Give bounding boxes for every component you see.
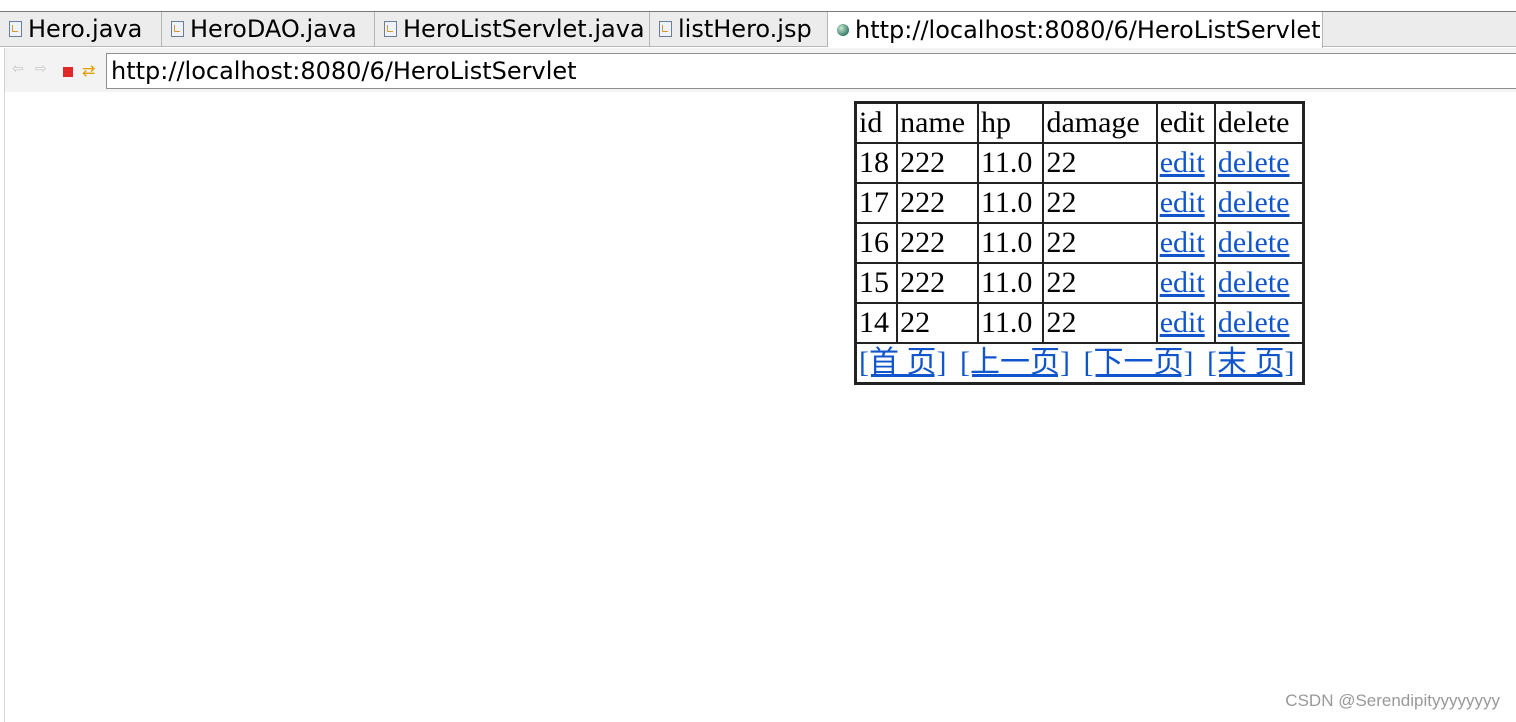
cell-name: 222 bbox=[897, 143, 978, 183]
cell-edit: edit bbox=[1156, 263, 1215, 303]
cell-delete: delete bbox=[1214, 143, 1304, 183]
url-input[interactable]: http://localhost:8080/6/HeroListServlet bbox=[106, 53, 1516, 89]
cell-name: 222 bbox=[897, 263, 978, 303]
header-damage: damage bbox=[1043, 103, 1157, 143]
first-page-link[interactable]: [首 页] bbox=[859, 346, 946, 379]
tab-hero-java[interactable]: Hero.java bbox=[0, 12, 162, 46]
watermark: CSDN @Serendipityyyyyyyy bbox=[1285, 691, 1500, 710]
go-icon[interactable]: ⇄ bbox=[82, 61, 95, 80]
edit-link[interactable]: edit bbox=[1160, 146, 1205, 179]
tab-listhero-jsp[interactable]: listHero.jsp bbox=[650, 12, 828, 46]
delete-link[interactable]: delete bbox=[1218, 266, 1290, 299]
edit-link[interactable]: edit bbox=[1160, 306, 1205, 339]
pager-row: [首 页] [上一页] [下一页] [末 页] bbox=[856, 343, 1304, 383]
browser-toolbar: ⇦ ⇨ ⇄ http://localhost:8080/6/HeroListSe… bbox=[4, 48, 1516, 92]
cell-damage: 22 bbox=[1043, 183, 1157, 223]
prev-page-link[interactable]: [上一页] bbox=[960, 346, 1070, 379]
cell-hp: 11.0 bbox=[978, 223, 1044, 263]
java-file-icon bbox=[384, 21, 397, 37]
cell-id: 18 bbox=[856, 143, 898, 183]
back-arrow-icon[interactable]: ⇦ bbox=[12, 62, 24, 76]
header-edit: edit bbox=[1156, 103, 1215, 143]
cell-damage: 22 bbox=[1043, 143, 1157, 183]
cell-name: 222 bbox=[897, 223, 978, 263]
jsp-file-icon bbox=[659, 21, 672, 37]
cell-damage: 22 bbox=[1043, 303, 1157, 343]
table-row: 18 222 11.0 22 edit delete bbox=[856, 143, 1304, 183]
cell-edit: edit bbox=[1156, 143, 1215, 183]
header-hp: hp bbox=[978, 103, 1044, 143]
tab-label: http://localhost:8080/6/HeroListServlet bbox=[855, 16, 1321, 44]
cell-delete: delete bbox=[1214, 263, 1304, 303]
table-row: 16 222 11.0 22 edit delete bbox=[856, 223, 1304, 263]
cell-id: 14 bbox=[856, 303, 898, 343]
cell-edit: edit bbox=[1156, 303, 1215, 343]
header-id: id bbox=[856, 103, 898, 143]
forward-arrow-icon[interactable]: ⇨ bbox=[35, 62, 47, 76]
table-row: 17 222 11.0 22 edit delete bbox=[856, 183, 1304, 223]
table-row: 14 22 11.0 22 edit delete bbox=[856, 303, 1304, 343]
cell-name: 222 bbox=[897, 183, 978, 223]
cell-id: 17 bbox=[856, 183, 898, 223]
delete-link[interactable]: delete bbox=[1218, 186, 1290, 219]
java-file-icon bbox=[9, 21, 22, 37]
header-name: name bbox=[897, 103, 978, 143]
cell-id: 16 bbox=[856, 223, 898, 263]
cell-edit: edit bbox=[1156, 223, 1215, 263]
editor-tab-bar: Hero.java HeroDAO.java HeroListServlet.j… bbox=[0, 11, 1516, 48]
header-delete: delete bbox=[1214, 103, 1304, 143]
cell-hp: 11.0 bbox=[978, 143, 1044, 183]
delete-link[interactable]: delete bbox=[1218, 306, 1290, 339]
tab-label: listHero.jsp bbox=[678, 15, 812, 43]
cell-damage: 22 bbox=[1043, 263, 1157, 303]
java-file-icon bbox=[171, 21, 184, 37]
cell-delete: delete bbox=[1214, 183, 1304, 223]
edit-link[interactable]: edit bbox=[1160, 186, 1205, 219]
next-page-link[interactable]: [下一页] bbox=[1083, 346, 1193, 379]
cell-delete: delete bbox=[1214, 223, 1304, 263]
table-row: 15 222 11.0 22 edit delete bbox=[856, 263, 1304, 303]
cell-id: 15 bbox=[856, 263, 898, 303]
cell-damage: 22 bbox=[1043, 223, 1157, 263]
cell-name: 22 bbox=[897, 303, 978, 343]
edit-link[interactable]: edit bbox=[1160, 266, 1205, 299]
edit-link[interactable]: edit bbox=[1160, 226, 1205, 259]
table-header-row: id name hp damage edit delete bbox=[856, 103, 1304, 143]
pager-cell: [首 页] [上一页] [下一页] [末 页] bbox=[856, 343, 1304, 383]
globe-icon bbox=[837, 24, 849, 36]
stop-icon[interactable] bbox=[63, 67, 73, 77]
cell-delete: delete bbox=[1214, 303, 1304, 343]
cell-hp: 11.0 bbox=[978, 303, 1044, 343]
content-left-border bbox=[4, 92, 5, 722]
tab-browser-herolistservlet[interactable]: http://localhost:8080/6/HeroListServlet … bbox=[828, 12, 1323, 48]
hero-table: id name hp damage edit delete 18 222 11.… bbox=[854, 101, 1306, 385]
last-page-link[interactable]: [末 页] bbox=[1207, 346, 1294, 379]
tab-label: HeroListServlet.java bbox=[403, 15, 645, 43]
delete-link[interactable]: delete bbox=[1218, 226, 1290, 259]
cell-hp: 11.0 bbox=[978, 183, 1044, 223]
tab-label: Hero.java bbox=[28, 15, 143, 43]
tab-herodao-java[interactable]: HeroDAO.java bbox=[162, 12, 375, 46]
cell-edit: edit bbox=[1156, 183, 1215, 223]
tab-herolistservlet-java[interactable]: HeroListServlet.java bbox=[375, 12, 650, 46]
tab-label: HeroDAO.java bbox=[190, 15, 357, 43]
cell-hp: 11.0 bbox=[978, 263, 1044, 303]
delete-link[interactable]: delete bbox=[1218, 146, 1290, 179]
